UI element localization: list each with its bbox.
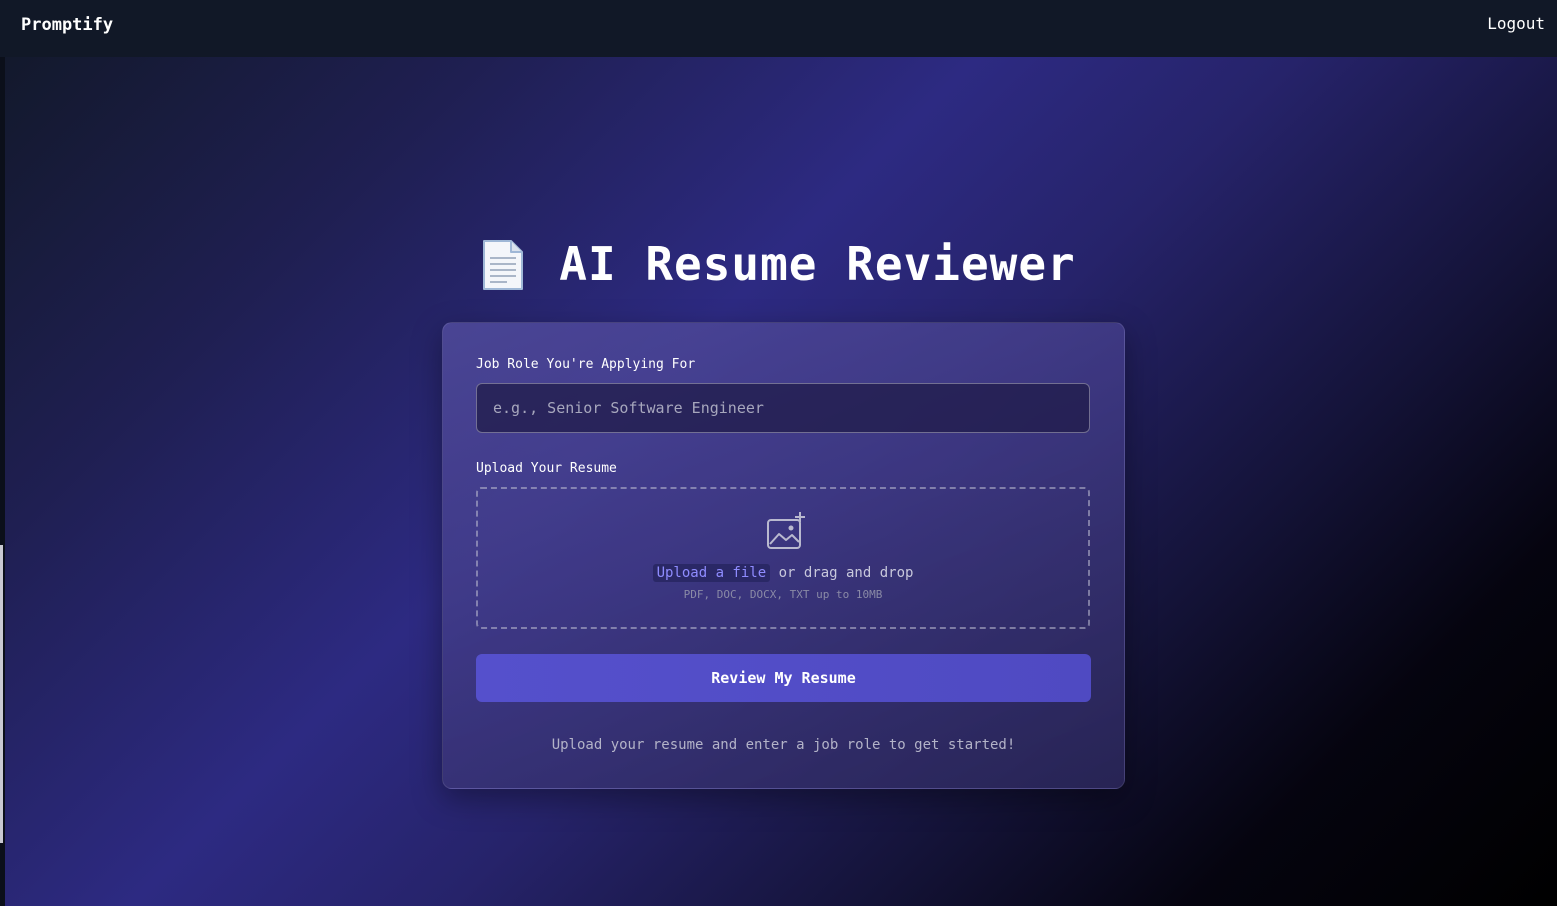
resume-form-card: Job Role You're Applying For Upload Your… <box>442 322 1125 789</box>
job-role-input[interactable] <box>476 383 1090 433</box>
upload-resume-label: Upload Your Resume <box>476 461 617 476</box>
document-icon <box>483 240 524 290</box>
job-role-label: Job Role You're Applying For <box>476 357 696 372</box>
top-navbar: Promptify Logout <box>0 0 1557 57</box>
drag-drop-text: or drag and drop <box>778 565 914 581</box>
file-type-hint: PDF, DOC, DOCX, TXT up to 10MB <box>683 588 883 601</box>
review-resume-button[interactable]: Review My Resume <box>476 654 1091 702</box>
status-message: Upload your resume and enter a job role … <box>551 737 1016 753</box>
dropzone-instructions: Upload a file or drag and drop <box>478 563 1088 583</box>
image-add-icon <box>767 512 805 549</box>
page-header: AI Resume Reviewer <box>0 232 1557 296</box>
logout-link[interactable]: Logout <box>1487 13 1545 35</box>
upload-file-link[interactable]: Upload a file <box>652 564 771 582</box>
resume-dropzone[interactable]: Upload a file or drag and drop PDF, DOC,… <box>476 487 1090 629</box>
brand-logo-text[interactable]: Promptify <box>21 14 113 36</box>
scrollbar-thumb[interactable] <box>0 545 3 843</box>
page-title: AI Resume Reviewer <box>559 237 1076 291</box>
